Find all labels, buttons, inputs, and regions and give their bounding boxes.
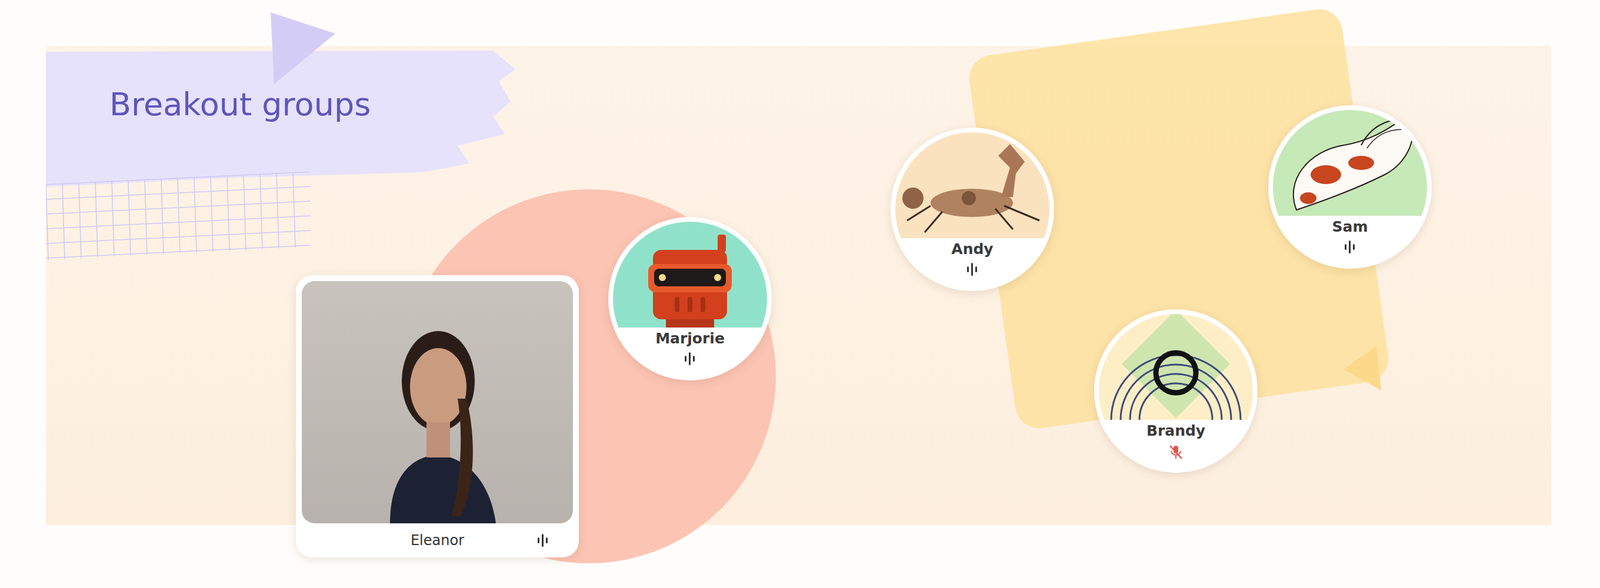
- triangle-decoration: [1341, 345, 1383, 393]
- participant-name: Andy: [951, 240, 993, 259]
- audio-level-icon: [967, 262, 978, 276]
- participant-name: Brandy: [1146, 422, 1206, 440]
- grid-decoration: [45, 171, 317, 260]
- person-silhouette-icon: [301, 281, 573, 524]
- breakout-stage: Breakout groups Eleanor Marjorie Andy Sa…: [0, 0, 1600, 588]
- rings-avatar-icon: [1098, 314, 1253, 420]
- participant-avatar-bubble[interactable]: Marjorie: [608, 217, 772, 381]
- robot-avatar-icon: [612, 221, 768, 328]
- triangle-decoration: [270, 12, 337, 86]
- audio-level-icon: [537, 534, 549, 548]
- audio-level-icon: [684, 352, 696, 366]
- mic-muted-icon[interactable]: [1168, 444, 1183, 460]
- participant-avatar-bubble[interactable]: Sam: [1268, 105, 1432, 269]
- participant-name: Eleanor: [410, 532, 465, 549]
- participant-avatar-bubble[interactable]: Brandy: [1094, 309, 1258, 473]
- participant-name: Sam: [1332, 218, 1369, 236]
- participant-footer: Eleanor: [301, 523, 573, 558]
- participant-video-card[interactable]: Eleanor: [295, 275, 579, 558]
- participant-avatar-bubble[interactable]: Andy: [890, 127, 1055, 292]
- video-feed: [301, 281, 573, 524]
- audio-level-icon: [1344, 240, 1356, 254]
- header: Breakout groups: [0, 0, 1600, 122]
- koi-fish-avatar-icon: [1272, 110, 1428, 216]
- participant-name: Marjorie: [655, 330, 725, 348]
- horse-avatar-icon: [895, 132, 1050, 239]
